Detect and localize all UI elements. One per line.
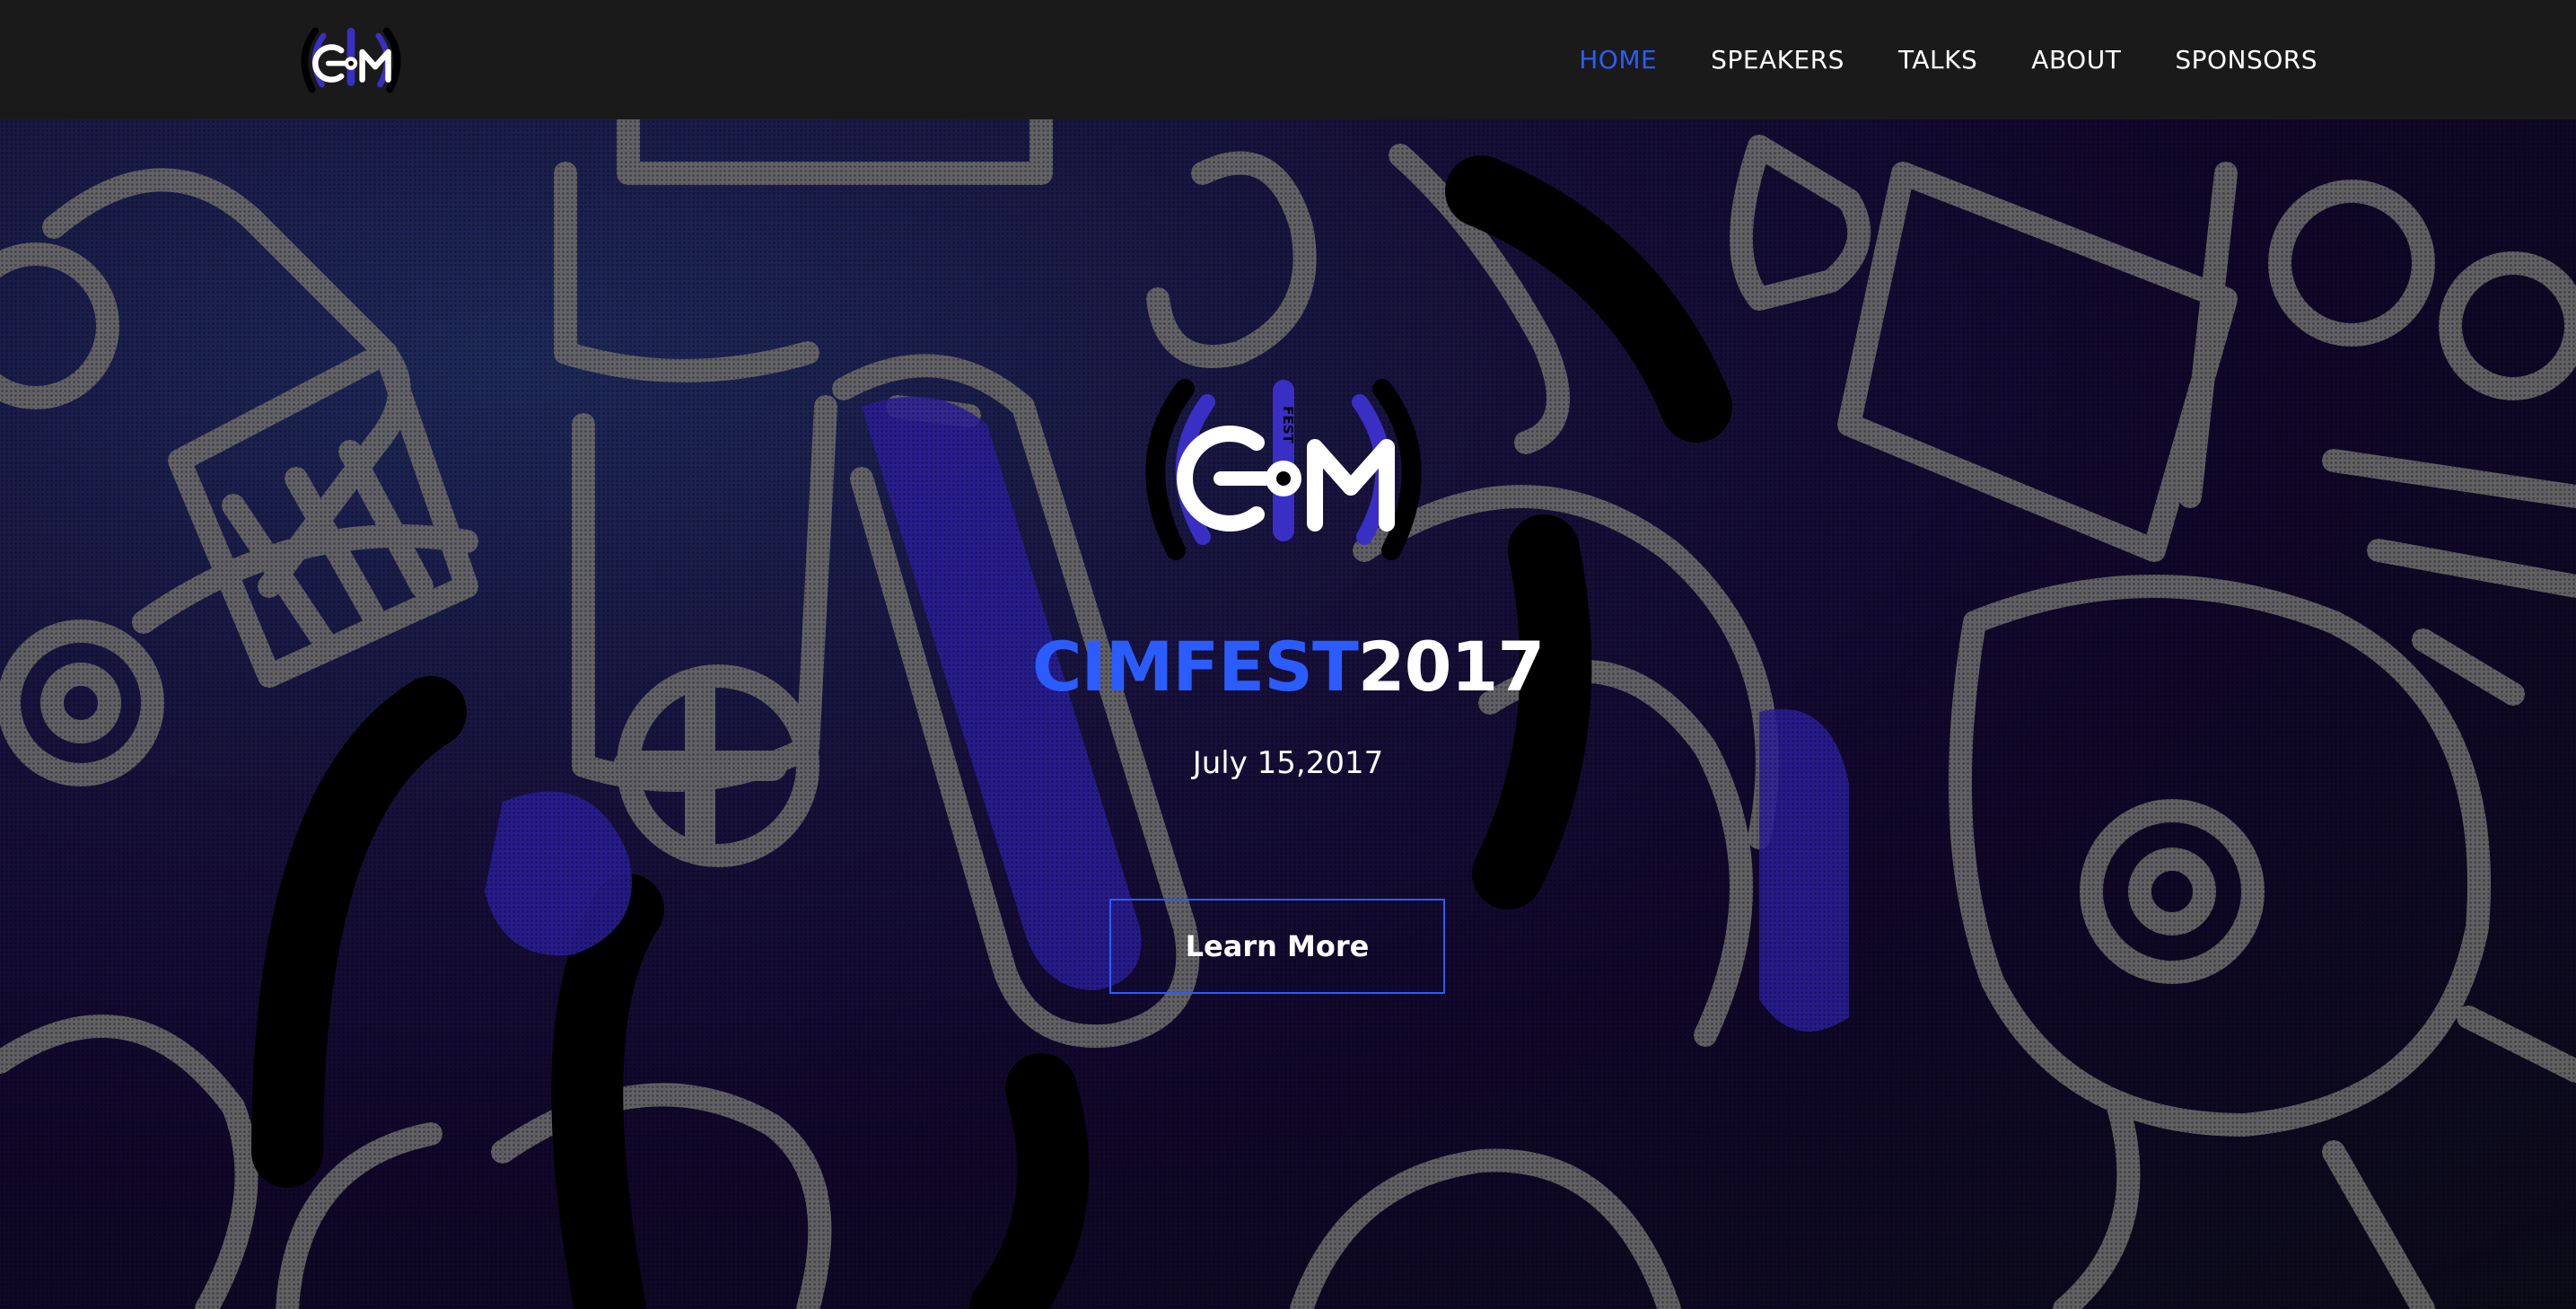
- navbar: HOME SPEAKERS TALKS ABOUT SPONSORS: [0, 0, 2576, 119]
- page: HOME SPEAKERS TALKS ABOUT SPONSORS FEST …: [0, 0, 2576, 1309]
- hero-content: FEST CIMFEST2017 July 15,2017 Learn More: [0, 119, 2576, 1309]
- nav-item-speakers[interactable]: SPEAKERS: [1711, 45, 1844, 75]
- cim-fest-logo-icon[interactable]: [293, 20, 409, 101]
- nav-item-sponsors[interactable]: SPONSORS: [2175, 45, 2318, 75]
- hero-section: FEST CIMFEST2017 July 15,2017 Learn More: [0, 119, 2576, 1309]
- logo-fest-text: FEST: [1280, 406, 1296, 444]
- main-nav: HOME SPEAKERS TALKS ABOUT SPONSORS: [1579, 0, 2318, 119]
- title-cimfest: CIMFEST: [1031, 627, 1359, 707]
- nav-item-about[interactable]: ABOUT: [2031, 45, 2121, 75]
- cim-fest-logo-icon: FEST: [1145, 379, 1422, 560]
- learn-more-button[interactable]: Learn More: [1109, 899, 1445, 994]
- hero-title: CIMFEST2017: [0, 633, 2576, 701]
- event-date: July 15,2017: [1192, 745, 1384, 781]
- title-year: 2017: [1357, 627, 1546, 707]
- nav-item-talks[interactable]: TALKS: [1898, 45, 1977, 75]
- nav-item-home[interactable]: HOME: [1579, 45, 1657, 75]
